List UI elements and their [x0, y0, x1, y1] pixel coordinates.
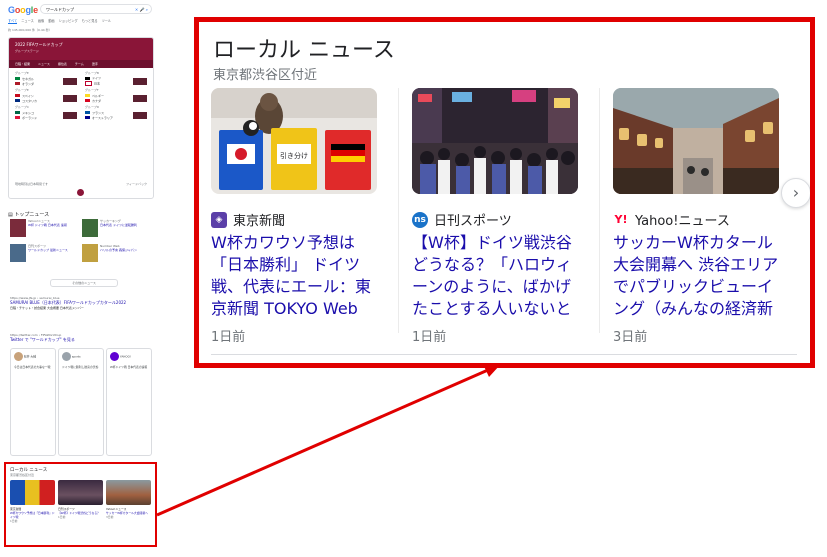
news-headline[interactable]: サッカーW杯カタール大会開幕へ 渋谷エリアでパブリックビューイング（みんなの経済… — [613, 232, 781, 318]
news-time: 1日前 — [211, 330, 246, 345]
local-news-panel: ローカル ニュース 東京都渋谷区付近 引き分け ◈ 東京新聞 W杯カワウソ予想は… — [194, 17, 815, 368]
street-restaurants-image — [613, 88, 779, 194]
news-headline[interactable]: W杯カワウソ予想は「日本勝利」 ドイツ戦、代表にエール：東京新聞 TOKYO W… — [211, 232, 379, 318]
local-news-location: 東京都渋谷区付近 — [213, 68, 318, 83]
local-news-title: ローカル ニュース — [213, 38, 395, 63]
panel-bottom-divider — [211, 354, 797, 355]
news-image: 引き分け — [211, 88, 377, 194]
arrow-line — [156, 368, 489, 517]
otter-cups-image: 引き分け — [211, 88, 377, 194]
local-news-card[interactable]: 引き分け ◈ 東京新聞 W杯カワウソ予想は「日本勝利」 ドイツ戦、代表にエール：… — [211, 88, 383, 348]
local-news-card[interactable]: ns 日刊スポーツ 【W杯】ドイツ戦渋谷どうなる？「ハロウィーンのように、ばかげ… — [412, 88, 584, 348]
news-image — [412, 88, 578, 194]
carousel-next-button[interactable]: › — [781, 178, 810, 208]
shibuya-crowd-image — [412, 88, 578, 194]
news-source: ns 日刊スポーツ — [412, 210, 512, 229]
local-news-carousel: 引き分け ◈ 東京新聞 W杯カワウソ予想は「日本勝利」 ドイツ戦、代表にエール：… — [211, 88, 791, 348]
news-source-name: 日刊スポーツ — [434, 214, 512, 229]
svg-text:引き分け: 引き分け — [280, 151, 308, 160]
news-source-name: Yahoo!ニュース — [635, 214, 730, 229]
news-source-name: 東京新聞 — [233, 214, 286, 229]
tokyo-shimbun-icon: ◈ — [211, 211, 227, 228]
news-time: 3日前 — [613, 330, 648, 345]
news-image — [613, 88, 779, 194]
news-time: 1日前 — [412, 330, 447, 345]
news-source: ◈ 東京新聞 — [211, 210, 285, 229]
card-divider — [398, 88, 399, 333]
local-news-card[interactable]: Y! Yahoo!ニュース サッカーW杯カタール大会開幕へ 渋谷エリアでパブリッ… — [613, 88, 785, 348]
chevron-right-icon: › — [792, 183, 800, 202]
card-divider — [599, 88, 600, 333]
news-source: Y! Yahoo!ニュース — [613, 210, 730, 229]
nikkan-sports-icon: ns — [412, 211, 428, 228]
news-headline[interactable]: 【W杯】ドイツ戦渋谷どうなる？「ハロウィーンのように、ばかげたことする人いないと… — [412, 232, 580, 318]
yahoo-icon: Y! — [613, 211, 629, 228]
